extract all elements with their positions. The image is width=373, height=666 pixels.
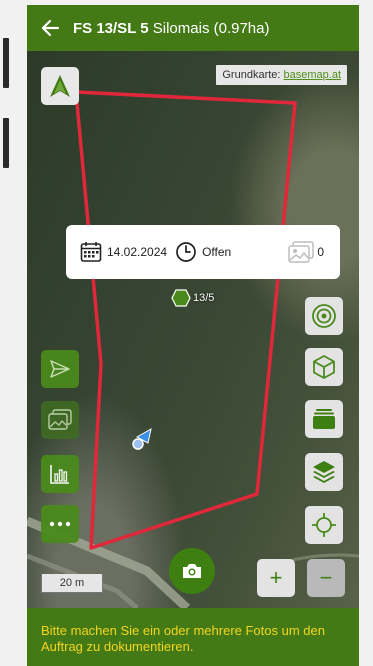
field-boundary xyxy=(74,90,297,550)
task-status: Offen xyxy=(202,245,232,259)
image-icon xyxy=(48,409,72,430)
page-title: FS 13/SL 5 Silomais (0.97ha) xyxy=(73,20,269,37)
gallery-button[interactable] xyxy=(41,401,79,439)
basemap-link[interactable]: basemap.at xyxy=(284,69,341,81)
layers-icon xyxy=(313,461,335,483)
locate-button[interactable] xyxy=(305,506,343,544)
user-location-marker xyxy=(132,428,152,450)
zoom-out-button[interactable]: − xyxy=(307,559,345,597)
bar-chart-icon xyxy=(50,465,69,484)
clock-icon xyxy=(176,242,196,262)
phone-screen: FS 13/SL 5 Silomais (0.97ha) Grundkarte:… xyxy=(27,5,359,666)
more-icon xyxy=(49,521,71,527)
basemap-label: Grundkarte: xyxy=(222,69,284,81)
send-button[interactable] xyxy=(41,350,79,388)
more-button[interactable] xyxy=(41,505,79,543)
field-label[interactable]: 13/5 xyxy=(171,289,214,307)
basemap-attribution: Grundkarte: basemap.at xyxy=(216,65,347,85)
device-side-button-bottom xyxy=(3,118,9,168)
app-header: FS 13/SL 5 Silomais (0.97ha) xyxy=(27,5,359,51)
task-date: 14.02.2024 xyxy=(107,245,168,259)
app-logo xyxy=(41,67,79,105)
calendar-icon xyxy=(80,242,102,262)
page-title-field-id: FS 13/SL 5 xyxy=(73,19,149,37)
hexagon-icon xyxy=(171,289,191,307)
device-side-button-top xyxy=(3,38,9,88)
notice-text: Bitte machen Sie ein oder mehrere Fotos … xyxy=(41,623,325,654)
notice-bar: Bitte machen Sie ein oder mehrere Fotos … xyxy=(27,608,359,666)
zoom-in-button[interactable]: + xyxy=(257,559,295,597)
target-button[interactable] xyxy=(305,297,343,335)
field-label-text: 13/5 xyxy=(193,292,215,304)
map-view[interactable]: Grundkarte: basemap.at 14.02.2024 Offen xyxy=(27,51,359,608)
send-icon xyxy=(50,360,70,378)
layers-button[interactable] xyxy=(305,453,343,491)
target-icon xyxy=(312,304,336,328)
photo-icon xyxy=(288,241,315,263)
camera-icon xyxy=(183,564,201,578)
cube-icon xyxy=(313,355,335,379)
folder-stack-icon xyxy=(313,409,335,429)
page-title-crop: Silomais (0.97ha) xyxy=(148,19,270,37)
crosshair-icon xyxy=(312,513,336,537)
map-scale: 20 m xyxy=(41,574,103,593)
layer-button[interactable] xyxy=(305,400,343,438)
arrow-left-icon xyxy=(41,19,60,37)
photo-count: 0 xyxy=(317,245,324,259)
logo-arrow-icon xyxy=(50,75,70,97)
chart-button[interactable] xyxy=(41,455,79,493)
3d-button[interactable] xyxy=(305,348,343,386)
camera-button[interactable] xyxy=(169,548,215,594)
back-button[interactable] xyxy=(39,17,61,39)
task-card[interactable]: 14.02.2024 Offen 0 xyxy=(66,225,340,279)
